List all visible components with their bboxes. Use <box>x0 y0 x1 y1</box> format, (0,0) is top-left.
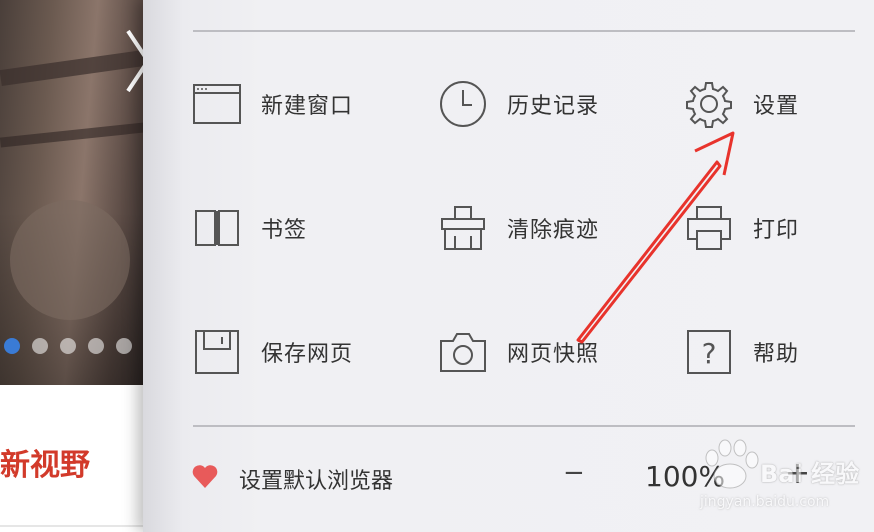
set-default-browser-button[interactable]: 设置默认浏览器 <box>239 463 393 495</box>
menu-item-label: 帮助 <box>753 342 800 367</box>
menu-item-label: 书签 <box>261 218 308 243</box>
menu-item-snapshot[interactable]: 网页快照 <box>439 322 599 382</box>
book-icon <box>193 204 241 252</box>
menu-item-label: 保存网页 <box>261 342 354 367</box>
menu-item-clear-traces[interactable]: 清除痕迹 <box>439 198 599 258</box>
save-icon <box>193 328 241 376</box>
menu-item-label: 清除痕迹 <box>507 218 600 243</box>
clock-icon <box>439 80 487 128</box>
carousel-dot[interactable] <box>4 338 20 354</box>
menu-item-new-window[interactable]: 新建窗口 <box>193 74 353 134</box>
divider <box>0 525 145 527</box>
background-page: 新视野 <box>0 0 151 532</box>
menu-item-label: 历史记录 <box>507 94 600 119</box>
menu-item-print[interactable]: 打印 <box>685 198 799 258</box>
printer-icon <box>685 204 733 252</box>
menu-item-settings[interactable]: 设置 <box>685 74 799 134</box>
new-window-icon <box>193 80 241 128</box>
menu-item-label: 设置 <box>753 94 800 119</box>
carousel-dot[interactable] <box>116 338 132 354</box>
menu-divider-bottom <box>193 425 855 427</box>
menu-item-label: 网页快照 <box>507 342 600 367</box>
help-icon: ? <box>685 328 733 376</box>
menu-item-help[interactable]: ? 帮助 <box>685 322 799 382</box>
zoom-out-button[interactable]: − <box>563 458 585 488</box>
watermark-url: jingyan.baidu.com <box>700 494 830 510</box>
camera-icon <box>439 328 487 376</box>
carousel-dots <box>0 338 132 354</box>
watermark-brand: Bai 经验 <box>760 460 860 488</box>
watermark: Bai 经验 jingyan.baidu.com <box>670 436 870 516</box>
gear-icon <box>685 80 733 128</box>
paw-logo-icon <box>705 439 759 489</box>
carousel-dot[interactable] <box>60 338 76 354</box>
menu-divider-top <box>193 30 855 32</box>
menu-item-save-page[interactable]: 保存网页 <box>193 322 353 382</box>
broom-icon <box>439 204 487 252</box>
menu-item-history[interactable]: 历史记录 <box>439 74 599 134</box>
menu-item-bookmarks[interactable]: 书签 <box>193 198 307 258</box>
carousel-dot[interactable] <box>32 338 48 354</box>
background-headline: 新视野 <box>0 448 90 483</box>
heart-icon <box>192 465 218 488</box>
menu-item-label: 打印 <box>753 218 800 243</box>
carousel-dot[interactable] <box>88 338 104 354</box>
svg-text:?: ? <box>702 337 717 370</box>
menu-item-label: 新建窗口 <box>261 94 354 119</box>
